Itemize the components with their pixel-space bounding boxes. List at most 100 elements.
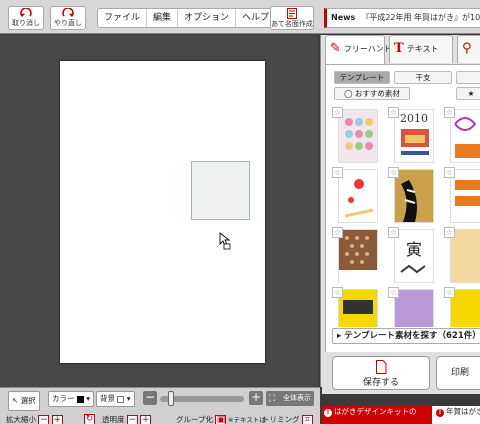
favorite-star-icon[interactable]: ☆ bbox=[388, 167, 399, 178]
zoom-in-button[interactable]: + bbox=[249, 391, 263, 405]
template-search-button[interactable]: ▸ テンプレート素材を探す（621件） bbox=[332, 328, 480, 344]
favorite-star-icon[interactable]: ☆ bbox=[388, 107, 399, 118]
zoom-slider[interactable] bbox=[160, 391, 244, 406]
menu-edit[interactable]: 編集 bbox=[147, 9, 179, 27]
transparency-up-button[interactable]: + bbox=[140, 414, 152, 424]
promo-banner-kit[interactable]: ! はがきデザインキットの bbox=[322, 406, 432, 424]
trim-label: トリミング bbox=[262, 415, 300, 424]
template-thumb[interactable] bbox=[338, 229, 379, 284]
favorite-star-icon[interactable]: ☆ bbox=[332, 107, 343, 118]
favorite-star-icon[interactable]: ☆ bbox=[444, 107, 455, 118]
select-tool-label: 選択 bbox=[20, 396, 36, 405]
template-preview bbox=[343, 300, 373, 314]
template-thumb[interactable] bbox=[394, 169, 434, 223]
template-preview bbox=[454, 117, 480, 158]
news-label: News bbox=[331, 13, 356, 22]
address-side-button[interactable]: あて名面作成 bbox=[270, 6, 314, 30]
triangle-right-icon: ▸ bbox=[337, 331, 342, 341]
subtab-eto[interactable]: 干支 bbox=[394, 71, 452, 84]
group-label: グループ化 bbox=[176, 415, 214, 424]
template-thumb[interactable]: 寅 bbox=[394, 229, 434, 283]
favorite-star-icon[interactable]: ☆ bbox=[444, 167, 455, 178]
save-label: 保存する bbox=[362, 378, 399, 388]
crop-icon: ⌗ bbox=[301, 414, 313, 424]
canvas-workspace[interactable] bbox=[0, 35, 318, 387]
subtab-more[interactable] bbox=[456, 71, 480, 84]
zoom-slider-handle[interactable] bbox=[168, 391, 174, 406]
arrow-cursor-icon: ↖ bbox=[12, 396, 19, 405]
scale-up-button[interactable]: + bbox=[51, 414, 63, 424]
favorite-star-icon[interactable]: ☆ bbox=[444, 227, 455, 238]
undo-label: 取り消し bbox=[12, 19, 40, 27]
move-cursor-icon bbox=[219, 232, 231, 250]
redo-label: やり直し bbox=[54, 19, 82, 27]
material-panel: ✎ フリーハンド T テキスト ⚲ テンプレート 干支 ◯ おすすめ素材 ★ 2… bbox=[320, 35, 480, 387]
background-label: 背景 bbox=[100, 394, 115, 403]
scale-label: 拡大縮小 bbox=[6, 415, 36, 424]
background-swatch bbox=[117, 395, 125, 403]
group-control[interactable]: グループ化 ▣ bbox=[176, 414, 227, 424]
print-button[interactable]: 印刷 bbox=[436, 356, 480, 390]
promo-kit-text: はがきデザインキットの bbox=[334, 407, 417, 416]
tab-stamp[interactable]: ⚲ bbox=[457, 35, 480, 63]
speech-bubble-icon: ◯ bbox=[344, 89, 353, 98]
select-tool-button[interactable]: ↖ 選択 bbox=[8, 391, 40, 411]
template-thumb[interactable]: 2010 bbox=[394, 109, 434, 163]
favorite-star-icon[interactable]: ☆ bbox=[444, 287, 455, 298]
info-icon: ! bbox=[436, 409, 444, 417]
tab-freehand[interactable]: ✎ フリーハンド bbox=[325, 35, 392, 65]
placed-element[interactable] bbox=[191, 161, 250, 220]
text-icon: T bbox=[394, 41, 404, 56]
address-side-label: あて名面作成 bbox=[271, 20, 313, 28]
template-tiger-kanji: 寅 bbox=[405, 240, 422, 259]
favorite-star-icon[interactable]: ☆ bbox=[388, 227, 399, 238]
favorite-star-icon[interactable]: ☆ bbox=[332, 167, 343, 178]
transparency-label: 透明度 bbox=[102, 415, 125, 424]
rotate-button[interactable]: ↻ bbox=[84, 414, 95, 424]
template-preview bbox=[400, 264, 426, 274]
background-dropdown[interactable]: 背景 ▾ bbox=[96, 391, 135, 407]
template-thumb[interactable] bbox=[338, 169, 378, 223]
favorite-star-icon[interactable]: ☆ bbox=[332, 287, 343, 298]
tab-text[interactable]: T テキスト bbox=[389, 35, 453, 63]
news-text: 『平成22年用 年賀はがき』が10月29日 bbox=[361, 13, 480, 22]
material-browser: テンプレート 干支 ◯ おすすめ素材 ★ 2010 寅 ☆ ☆ ☆ ☆ ☆ ☆ … bbox=[325, 64, 480, 354]
menu-options[interactable]: オプション bbox=[178, 9, 237, 27]
template-thumb[interactable] bbox=[338, 289, 378, 327]
news-ticker[interactable]: News 『平成22年用 年賀はがき』が10月29日 bbox=[324, 8, 480, 28]
template-thumb[interactable] bbox=[394, 289, 434, 327]
postcard-canvas[interactable] bbox=[60, 61, 265, 363]
bottom-toolbar: ↖ 選択 カラー ▾ 背景 ▾ − + ⛶ 全体表示 拡大縮小 − + ↻ 透明… bbox=[0, 387, 320, 424]
scale-down-button[interactable]: − bbox=[38, 414, 50, 424]
menu-file[interactable]: ファイル bbox=[98, 9, 148, 27]
undo-button[interactable]: 取り消し bbox=[8, 6, 44, 30]
subtab-template[interactable]: テンプレート bbox=[334, 71, 390, 84]
favorite-star-icon: ★ bbox=[467, 89, 475, 98]
subtab-recommended[interactable]: ◯ おすすめ素材 bbox=[334, 87, 410, 100]
color-label: カラー bbox=[52, 394, 75, 403]
group-icon: ▣ bbox=[215, 414, 227, 424]
zoom-out-button[interactable]: − bbox=[143, 391, 157, 405]
top-toolbar: 取り消し やり直し ファイル 編集 オプション ヘルプ あて名面作成 News 『… bbox=[0, 0, 480, 34]
save-button[interactable]: 保存する bbox=[332, 356, 430, 390]
template-preview bbox=[401, 129, 429, 155]
promo-banner-nenga[interactable]: ! 年賀はがき bbox=[434, 406, 480, 424]
transparency-down-button[interactable]: − bbox=[126, 414, 138, 424]
info-icon: ! bbox=[324, 409, 332, 417]
subtab-favorites[interactable]: ★ bbox=[456, 87, 480, 100]
redo-button[interactable]: やり直し bbox=[50, 6, 86, 30]
template-thumb[interactable] bbox=[338, 109, 378, 163]
trim-control[interactable]: トリミング ⌗ bbox=[262, 414, 313, 424]
redo-icon bbox=[62, 8, 74, 17]
template-search-label: テンプレート素材を探す（621件） bbox=[344, 331, 480, 341]
fit-to-window-button[interactable]: ⛶ 全体表示 bbox=[266, 391, 314, 406]
favorite-star-icon[interactable]: ☆ bbox=[332, 227, 343, 238]
rotate-icon: ↻ bbox=[84, 414, 95, 424]
favorite-star-icon[interactable]: ☆ bbox=[388, 287, 399, 298]
template-year: 2010 bbox=[400, 112, 428, 125]
postcard-icon bbox=[287, 8, 297, 19]
color-dropdown[interactable]: カラー ▾ bbox=[48, 391, 95, 407]
template-preview bbox=[345, 118, 373, 150]
subtab-recommended-label: おすすめ素材 bbox=[354, 89, 400, 98]
template-preview bbox=[401, 180, 417, 222]
